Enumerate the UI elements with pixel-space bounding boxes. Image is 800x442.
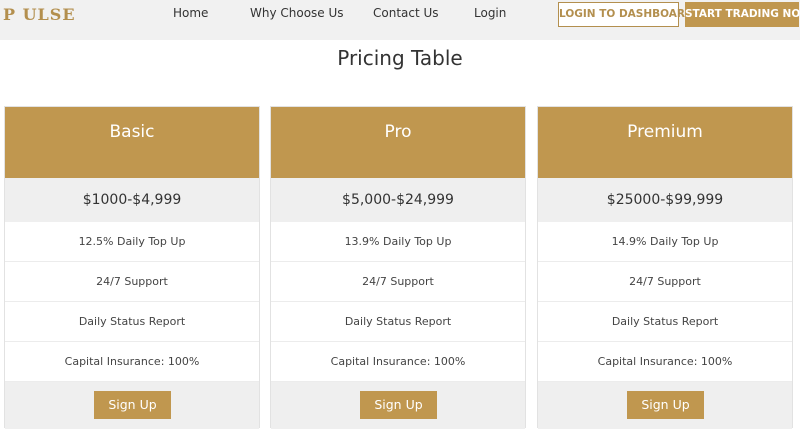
brand-logo[interactable]: P ULSE (3, 5, 76, 24)
sign-up-button[interactable]: Sign Up (360, 391, 437, 419)
plan-feature: Daily Status Report (271, 302, 525, 342)
sign-up-button[interactable]: Sign Up (94, 391, 171, 419)
start-trading-button[interactable]: START TRADING NOW (685, 2, 800, 27)
pricing-card-pro: Pro $5,000-$24,999 13.9% Daily Top Up 24… (270, 106, 526, 429)
plan-feature: 12.5% Daily Top Up (5, 222, 259, 262)
plan-feature: Capital Insurance: 100% (5, 342, 259, 382)
plan-feature: Capital Insurance: 100% (271, 342, 525, 382)
plan-feature: Capital Insurance: 100% (538, 342, 792, 382)
nav-link-why-choose-us[interactable]: Why Choose Us (250, 6, 344, 20)
plan-feature: Daily Status Report (5, 302, 259, 342)
nav-link-home[interactable]: Home (173, 6, 208, 20)
plan-name: Pro (271, 107, 525, 178)
plan-feature: 24/7 Support (5, 262, 259, 302)
nav-link-contact-us[interactable]: Contact Us (373, 6, 439, 20)
plan-feature: Daily Status Report (538, 302, 792, 342)
plan-name: Premium (538, 107, 792, 178)
pricing-card-basic: Basic $1000-$4,999 12.5% Daily Top Up 24… (4, 106, 260, 429)
navbar: P ULSE Home Why Choose Us Contact Us Log… (0, 0, 800, 40)
plan-price: $5,000-$24,999 (271, 178, 525, 222)
plan-feature: 24/7 Support (538, 262, 792, 302)
card-footer: Sign Up (271, 382, 525, 429)
login-dashboard-button[interactable]: LOGIN TO DASHBOARD (558, 2, 694, 27)
pricing-card-premium: Premium $25000-$99,999 14.9% Daily Top U… (537, 106, 793, 429)
plan-price: $1000-$4,999 (5, 178, 259, 222)
card-footer: Sign Up (5, 382, 259, 429)
page-title: Pricing Table (337, 46, 463, 70)
plan-feature: 24/7 Support (271, 262, 525, 302)
nav-link-login[interactable]: Login (474, 6, 506, 20)
plan-feature: 14.9% Daily Top Up (538, 222, 792, 262)
plan-price: $25000-$99,999 (538, 178, 792, 222)
sign-up-button[interactable]: Sign Up (627, 391, 704, 419)
plan-feature: 13.9% Daily Top Up (271, 222, 525, 262)
plan-name: Basic (5, 107, 259, 178)
card-footer: Sign Up (538, 382, 792, 429)
